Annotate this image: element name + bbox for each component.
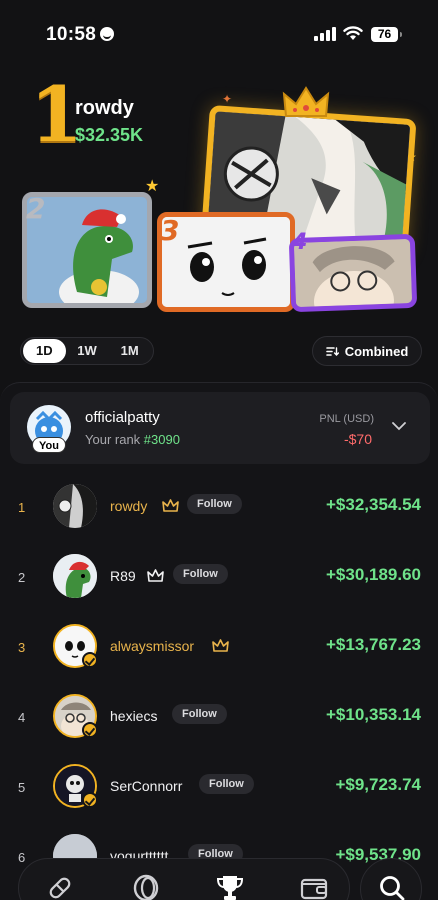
your-rank-card[interactable]: officialpatty Your rank #3090 PNL (USD) … bbox=[10, 392, 430, 464]
podium-rank-4: 4 bbox=[292, 230, 308, 255]
combined-filter-button[interactable]: Combined bbox=[312, 336, 422, 366]
verified-badge-icon bbox=[82, 722, 98, 738]
combined-label: Combined bbox=[344, 343, 409, 359]
leaderboard-row[interactable]: 1 rowdy Follow +$32,354.54 bbox=[0, 472, 438, 542]
period-1d-button[interactable]: 1D bbox=[23, 339, 66, 363]
row-pnl: +$10,353.14 bbox=[325, 705, 421, 724]
podium-rank-3: 3 bbox=[160, 214, 180, 247]
follow-button[interactable]: Follow bbox=[172, 704, 227, 724]
row-username: rowdy bbox=[110, 498, 148, 514]
focus-icon bbox=[100, 27, 115, 41]
star-decoration-icon: ✦ bbox=[222, 92, 233, 106]
user-avatar bbox=[53, 484, 97, 528]
row-rank: 6 bbox=[18, 850, 26, 865]
row-pnl: +$9,723.74 bbox=[335, 775, 421, 794]
battery-indicator: 76 bbox=[371, 27, 402, 42]
status-bar: 10:58 76 bbox=[0, 0, 438, 66]
row-pnl: +$32,354.54 bbox=[325, 495, 421, 514]
podium-rank-2: 2 bbox=[26, 192, 46, 225]
ring-icon[interactable] bbox=[131, 873, 161, 900]
pill-icon[interactable] bbox=[45, 873, 75, 900]
row-pnl: +$13,767.23 bbox=[325, 635, 421, 654]
crown-icon bbox=[212, 639, 229, 652]
leader-amount: $32.35K bbox=[75, 125, 144, 145]
pnl-label: PNL (USD) bbox=[319, 413, 374, 425]
row-pnl: +$30,189.60 bbox=[325, 565, 421, 584]
your-rank-value: #3090 bbox=[143, 432, 180, 447]
search-icon bbox=[380, 876, 405, 900]
row-username: hexiecs bbox=[110, 708, 158, 724]
chevron-down-icon[interactable] bbox=[392, 422, 406, 431]
crown-icon bbox=[162, 499, 179, 512]
row-rank: 1 bbox=[18, 500, 26, 515]
crown-icon bbox=[282, 86, 330, 117]
user-avatar bbox=[53, 554, 97, 598]
wallet-icon[interactable] bbox=[299, 873, 329, 900]
row-rank: 4 bbox=[18, 710, 26, 725]
follow-button[interactable]: Follow bbox=[187, 494, 242, 514]
crown-icon bbox=[147, 569, 164, 582]
you-badge: You bbox=[32, 437, 66, 453]
podium-avatar-3-image bbox=[162, 217, 290, 307]
row-rank: 2 bbox=[18, 570, 26, 585]
cellular-signal-icon bbox=[314, 27, 336, 41]
podium-avatar-4-image bbox=[293, 238, 413, 313]
leader-name: rowdy bbox=[75, 97, 134, 119]
follow-button[interactable]: Follow bbox=[199, 774, 254, 794]
row-rank: 5 bbox=[18, 780, 26, 795]
leaderboard-row[interactable]: 4 hexiecs Follow +$10,353.14 bbox=[0, 682, 438, 752]
row-username: R89 bbox=[110, 568, 136, 584]
wifi-icon bbox=[343, 26, 363, 40]
verified-badge-icon bbox=[82, 652, 98, 668]
row-username: alwaysmissor bbox=[110, 638, 195, 654]
sort-filter-icon bbox=[325, 346, 339, 356]
verified-badge-icon bbox=[82, 792, 98, 808]
podium-card-4[interactable] bbox=[288, 233, 418, 313]
your-username: officialpatty bbox=[85, 409, 160, 426]
period-1w-button[interactable]: 1W bbox=[66, 339, 109, 363]
leaderboard-row[interactable]: 3 alwaysmissor +$13,767.23 bbox=[0, 612, 438, 682]
pnl-value: -$70 bbox=[343, 431, 372, 447]
follow-button[interactable]: Follow bbox=[173, 564, 228, 584]
your-rank-text: Your rank #3090 bbox=[85, 432, 180, 447]
leaderboard-row[interactable]: 5 SerConnorr Follow +$9,723.74 bbox=[0, 752, 438, 822]
row-rank: 3 bbox=[18, 640, 26, 655]
period-selector: 1D 1W 1M bbox=[20, 337, 154, 365]
period-1m-button[interactable]: 1M bbox=[108, 339, 151, 363]
trophy-icon[interactable] bbox=[215, 873, 245, 900]
bottom-navigation bbox=[18, 858, 350, 900]
leaderboard-row[interactable]: 2 R89 Follow +$30,189.60 bbox=[0, 542, 438, 612]
status-time: 10:58 bbox=[46, 24, 115, 46]
row-username: SerConnorr bbox=[110, 778, 183, 794]
